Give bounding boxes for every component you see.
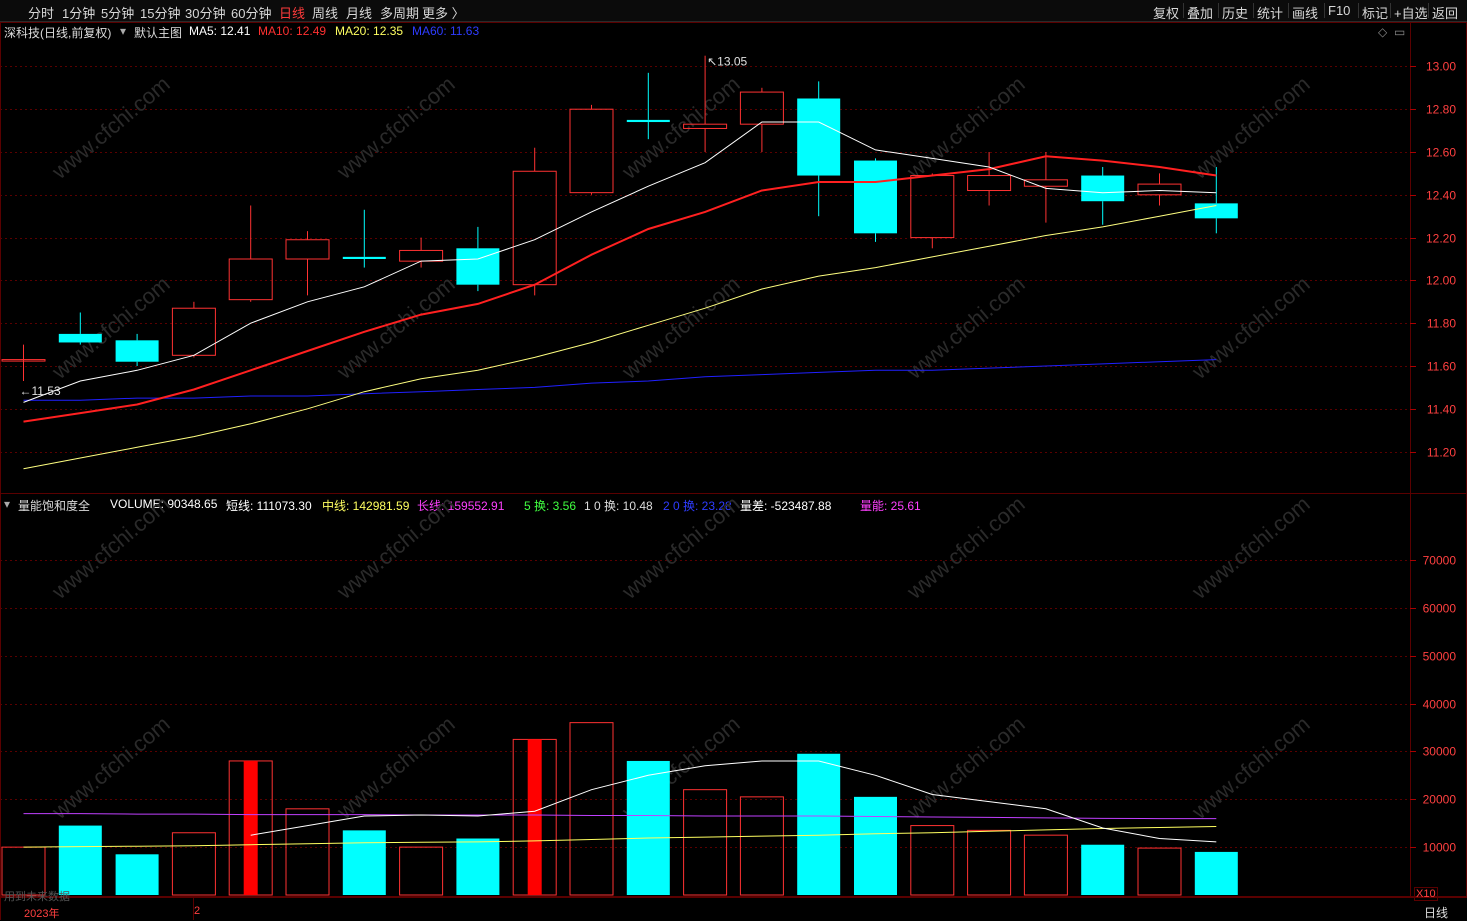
price-tick-label: 11.40 <box>1427 403 1456 417</box>
watermark: www.cfchi.com <box>331 71 459 184</box>
volume-tick-label: 10000 <box>1423 841 1457 855</box>
watermark: www.cfchi.com <box>331 711 459 824</box>
candle-body-up <box>399 249 444 262</box>
date-axis-month: 2 <box>194 905 201 917</box>
price-tick-label: 13.00 <box>1426 60 1456 74</box>
volume-tick-label: 30000 <box>1423 745 1457 759</box>
volume-tick-label: 60000 <box>1423 602 1457 616</box>
watermark: www.cfchi.com <box>616 71 744 184</box>
volume-bar-up <box>569 722 614 896</box>
volume-bar-up <box>739 796 784 896</box>
kline-chart[interactable]: 13.00 12.80 12.60 12.40 12.20 12.00 11.80 11.60… <box>0 0 1467 920</box>
candle-body-down <box>115 340 159 362</box>
volume-tick-label: 40000 <box>1423 698 1457 712</box>
candle-body-up <box>228 258 273 301</box>
watermark: www.cfchi.com <box>331 491 459 604</box>
volume-bar-up <box>171 832 216 896</box>
volume-bar-highlight <box>243 760 258 895</box>
price-tick-label: 12.40 <box>1426 189 1456 203</box>
volume-tick-label: 20000 <box>1423 793 1457 807</box>
volume-bar-down <box>797 753 841 895</box>
volume-bar-up <box>683 789 728 896</box>
candle-body-down <box>1081 175 1125 202</box>
watermark: www.cfchi.com <box>1186 491 1314 604</box>
volume-bar-down <box>854 796 897 895</box>
low-price-marker: ←11.53 <box>20 384 61 398</box>
candle-body-up <box>569 108 614 194</box>
watermark: www.cfchi.com <box>46 71 174 184</box>
watermark: www.cfchi.com <box>616 491 744 604</box>
candle-body-up <box>512 170 557 286</box>
price-tick-label: 11.60 <box>1427 360 1456 374</box>
volume-bar-highlight <box>527 739 542 895</box>
watermark: www.cfchi.com <box>46 491 174 604</box>
volume-bar-up <box>285 808 330 896</box>
volume-bar-down <box>456 838 500 895</box>
date-axis-year: 2023年 <box>24 908 60 920</box>
candle-body-up <box>285 239 330 260</box>
volume-bar-up <box>967 829 1012 896</box>
volume-bar-down <box>1194 851 1238 895</box>
candle-body-up <box>171 307 216 356</box>
price-tick-label: 12.80 <box>1426 103 1456 117</box>
volume-mid-line <box>23 826 1217 848</box>
volume-tick-label: 50000 <box>1423 650 1457 664</box>
volume-multiplier[interactable]: X10 <box>1414 887 1438 901</box>
candle-body-down <box>854 160 897 234</box>
watermark: www.cfchi.com <box>46 271 174 384</box>
price-tick-label: 12.20 <box>1426 232 1456 246</box>
candle-body-down <box>626 119 670 123</box>
price-tick-label: 12.00 <box>1426 274 1456 288</box>
candle-body-up <box>910 175 955 239</box>
watermark: www.cfchi.com <box>1186 271 1314 384</box>
future-data-note: 用到未来数据 <box>4 891 70 903</box>
watermark: www.cfchi.com <box>46 711 174 824</box>
watermark: www.cfchi.com <box>1186 711 1314 824</box>
price-tick-label: 12.60 <box>1426 146 1456 160</box>
volume-tick-label: 70000 <box>1423 554 1457 568</box>
volume-bar-down <box>1081 844 1125 895</box>
candle-body-up <box>967 175 1012 192</box>
volume-bar-up <box>1023 834 1068 896</box>
price-tick-label: 11.80 <box>1427 317 1456 331</box>
volume-bar-down <box>58 825 102 895</box>
ma20-line <box>23 205 1217 470</box>
candle-body-down <box>797 98 841 176</box>
volume-bar-up <box>910 825 955 896</box>
volume-bar-down <box>115 854 159 895</box>
watermark: www.cfchi.com <box>1186 71 1314 184</box>
watermark: www.cfchi.com <box>901 71 1029 184</box>
candle-body-down <box>58 333 102 343</box>
candle-body-down <box>342 256 386 259</box>
candle-body-up <box>739 91 784 125</box>
period-label[interactable]: 日线 <box>1424 904 1448 921</box>
high-price-marker: ↖13.05 <box>707 55 747 69</box>
watermark: www.cfchi.com <box>616 271 744 384</box>
watermark: www.cfchi.com <box>901 491 1029 604</box>
price-tick-label: 11.20 <box>1427 446 1456 460</box>
volume-bar-down <box>342 830 386 895</box>
volume-long-line <box>23 813 1217 820</box>
watermark: www.cfchi.com <box>901 711 1029 824</box>
volume-bar-up <box>1137 847 1182 896</box>
watermark: www.cfchi.com <box>331 271 459 384</box>
volume-bar-down <box>626 760 670 895</box>
candle-body-up <box>1137 183 1182 196</box>
volume-bar-up <box>399 846 444 896</box>
